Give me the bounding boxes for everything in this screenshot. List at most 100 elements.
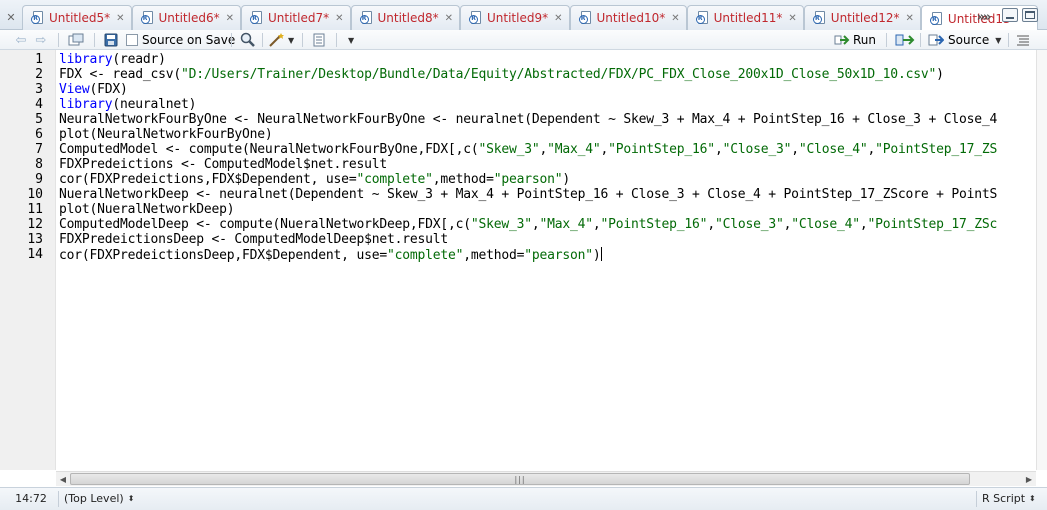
tab-label: Untitled12* [830, 11, 900, 25]
tab-untitled9[interactable]: R Untitled9* ✕ [460, 5, 570, 30]
scroll-left-icon[interactable]: ◀ [56, 472, 70, 486]
code-line[interactable]: plot(NeuralNetworkFourByOne) [59, 127, 273, 142]
source-label: Source [948, 33, 990, 47]
rerun-icon[interactable] [895, 32, 915, 48]
source-dropdown-icon[interactable]: ▼ [995, 36, 1001, 45]
editor-toolbar: ⇦ ⇨ Source on Save ▼ ▼ Run Source ▼ [0, 30, 1047, 50]
code-tools-wand-icon[interactable]: ▼ [268, 32, 294, 48]
code-area[interactable]: library(readr) FDX <- read_csv("D:/Users/… [59, 50, 1047, 470]
source-on-save-check-icon[interactable] [126, 34, 138, 46]
line-number: 12 [27, 217, 43, 232]
compile-report-icon[interactable] [312, 32, 326, 48]
code-line[interactable]: FDX <- read_csv("D:/Users/Trainer/Deskto… [59, 67, 944, 82]
tab-untitled10[interactable]: R Untitled10* ✕ [569, 5, 687, 30]
code-editor[interactable]: 1 2 3 4 5 6 7 8 9 10 11 12 13 14 library(readr) FDX <-… [0, 50, 1047, 470]
line-number: 5 [35, 112, 43, 127]
source-arrow-icon [928, 34, 944, 46]
tab-bar: ✕ R Untitled5* ✕ R Untitled6* ✕ R Untitled7* ✕ R U… [0, 0, 1047, 31]
code-line[interactable]: ComputedModel <- compute(NeuralNetworkFo… [59, 142, 997, 157]
tab-close-icon[interactable]: ✕ [335, 13, 343, 24]
code-line[interactable]: NueralNetworkDeep <- neuralnet(Dependent… [59, 187, 997, 202]
tab-label: Untitled11* [713, 11, 783, 25]
tab-close-icon[interactable]: ✕ [671, 13, 679, 24]
r-file-icon: R [250, 11, 264, 25]
maximize-pane-button[interactable] [1022, 8, 1038, 22]
tab-list: R Untitled5* ✕ R Untitled6* ✕ R Untitled7* ✕ R Unt… [22, 5, 1039, 31]
horizontal-scrollbar[interactable]: ◀ ||| ▶ [56, 471, 1036, 486]
line-number: 14 [27, 247, 43, 262]
run-button[interactable]: Run [834, 32, 876, 48]
line-number: 10 [27, 187, 43, 202]
code-line[interactable]: plot(NueralNetworkDeep) [59, 202, 235, 217]
tab-untitled11[interactable]: R Untitled11* ✕ [686, 5, 804, 30]
line-number: 3 [35, 82, 43, 97]
save-icon[interactable] [104, 32, 118, 48]
line-number: 11 [27, 202, 43, 217]
source-on-save-checkbox[interactable]: Source on Save [126, 32, 235, 48]
tab-close-icon[interactable]: ✕ [226, 13, 234, 24]
tab-label: Untitled9* [487, 11, 549, 25]
tab-untitled5[interactable]: R Untitled5* ✕ [22, 5, 132, 30]
r-file-icon: R [469, 11, 483, 25]
line-number: 8 [35, 157, 43, 172]
line-number: 4 [35, 97, 43, 112]
r-file-icon: R [578, 11, 593, 25]
code-line[interactable]: FDXPredeictionsDeep <- ComputedModelDeep… [59, 232, 448, 247]
more-options-icon[interactable]: ▼ [348, 32, 354, 48]
line-number: 9 [35, 172, 43, 187]
r-file-icon: R [31, 11, 45, 25]
source-button[interactable]: Source ▼ [928, 32, 1001, 48]
line-number: 1 [35, 52, 43, 67]
file-type-label: R Script [982, 492, 1026, 505]
run-arrow-icon [834, 35, 850, 45]
vertical-scrollbar[interactable] [1036, 50, 1047, 470]
tab-label: Untitled6* [158, 11, 220, 25]
scroll-right-icon[interactable]: ▶ [1022, 472, 1036, 486]
tab-close-icon[interactable]: ✕ [906, 13, 914, 24]
r-file-icon: R [812, 11, 827, 25]
scope-label: (Top Level) [64, 492, 124, 505]
code-line[interactable]: cor(FDXPredeictionsDeep,FDX$Dependent, u… [59, 247, 602, 263]
scope-selector[interactable]: (Top Level) ⬍ [64, 491, 134, 507]
code-line[interactable]: cor(FDXPredeictions,FDX$Dependent, use="… [59, 172, 570, 187]
line-number: 7 [35, 142, 43, 157]
file-type-selector[interactable]: R Script ⬍ [982, 491, 1036, 507]
code-line[interactable]: library(neuralnet) [59, 97, 196, 112]
tab-close-icon[interactable]: ✕ [788, 13, 796, 24]
tab-untitled8[interactable]: R Untitled8* ✕ [350, 5, 460, 30]
line-number: 6 [35, 127, 43, 142]
r-file-icon: R [695, 11, 710, 25]
minimize-pane-button[interactable] [1002, 8, 1018, 22]
tab-untitled7[interactable]: R Untitled7* ✕ [241, 5, 351, 30]
tab-close-icon[interactable]: ✕ [445, 13, 453, 24]
search-icon[interactable] [240, 32, 256, 48]
forward-arrow-icon[interactable]: ⇨ [34, 32, 48, 48]
tab-label: Untitled7* [268, 11, 330, 25]
source-on-save-label: Source on Save [142, 33, 236, 47]
line-number: 2 [35, 67, 43, 82]
back-arrow-icon[interactable]: ⇦ [14, 32, 28, 48]
outline-menu-icon[interactable] [1016, 32, 1030, 48]
file-type-dropdown-icon: ⬍ [1029, 494, 1036, 503]
horizontal-scroll-thumb[interactable]: ||| [70, 473, 970, 485]
tab-close-icon[interactable]: ✕ [554, 13, 562, 24]
tab-label: Untitled10* [596, 11, 666, 25]
run-label: Run [853, 33, 877, 47]
close-all-icon[interactable]: ✕ [0, 5, 22, 29]
tab-close-icon[interactable]: ✕ [116, 13, 124, 24]
tab-untitled6[interactable]: R Untitled6* ✕ [131, 5, 241, 30]
code-line[interactable]: FDXPredeictions <- ComputedModel$net.res… [59, 157, 387, 172]
text-cursor [600, 247, 602, 261]
code-line[interactable]: View(FDX) [59, 82, 128, 97]
r-file-icon: R [359, 11, 374, 25]
status-bar: 14:72 (Top Level) ⬍ R Script ⬍ [0, 487, 1047, 510]
cursor-position: 14:72 [15, 492, 47, 505]
tab-label: Untitled5* [49, 11, 111, 25]
code-line[interactable]: NeuralNetworkFourByOne <- NeuralNetworkF… [59, 112, 997, 127]
code-line[interactable]: ComputedModelDeep <- compute(NueralNetwo… [59, 217, 997, 232]
show-in-window-icon[interactable] [68, 32, 86, 48]
tab-overflow-icon[interactable]: »» [970, 6, 996, 28]
line-number: 13 [27, 232, 43, 247]
tab-untitled12[interactable]: R Untitled12* ✕ [803, 5, 921, 30]
code-line[interactable]: library(readr) [59, 52, 166, 67]
